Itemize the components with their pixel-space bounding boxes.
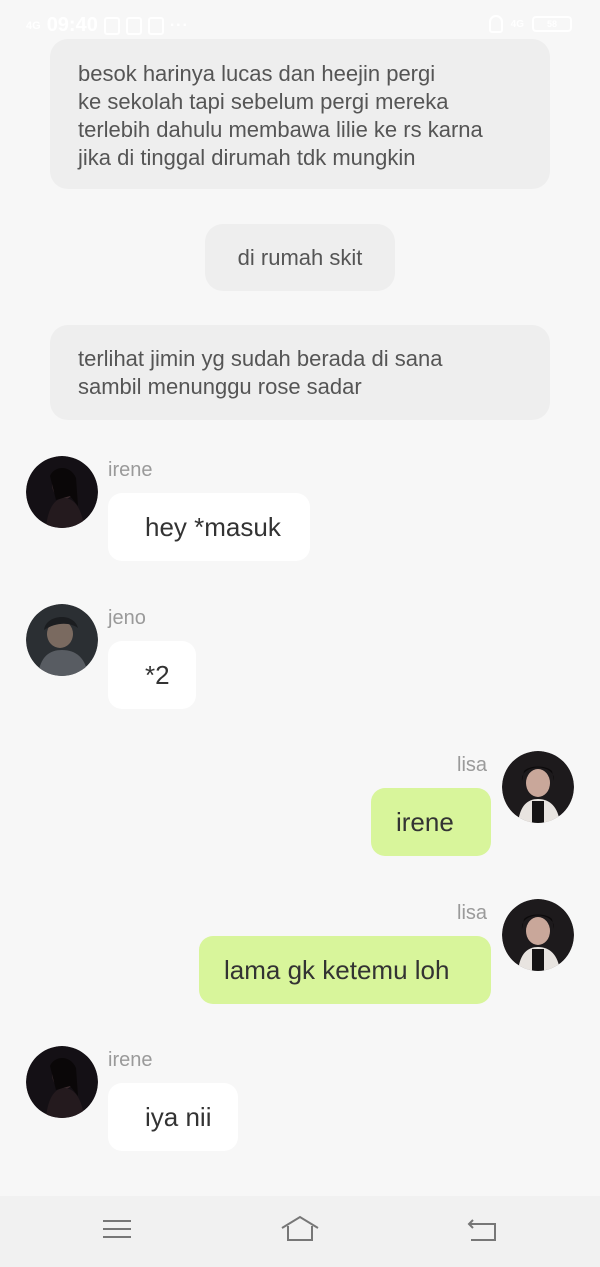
sender-name: jeno <box>108 607 146 629</box>
avatar-irene[interactable] <box>26 456 98 528</box>
narration-bubble: terlihat jimin yg sudah berada di sana s… <box>50 325 550 420</box>
alarm-icon <box>488 15 503 33</box>
message-text: hey *masuk <box>145 511 281 542</box>
narration-line: besok harinya lucas dan heejin pergi <box>78 61 436 86</box>
narration-bubble: di rumah skit <box>205 224 395 291</box>
mail-icon <box>147 16 164 35</box>
avatar-lisa[interactable] <box>502 899 574 971</box>
message-bubble-outgoing[interactable]: lama gk ketemu loh <box>199 936 491 1004</box>
narration-line: di rumah skit <box>237 245 363 270</box>
home-icon[interactable] <box>280 1214 320 1244</box>
message-bubble-incoming[interactable]: iya nii <box>108 1083 238 1151</box>
avatar-jeno[interactable] <box>26 604 98 676</box>
message-text: *2 <box>145 659 170 690</box>
narration-line: ke sekolah tapi sebelum pergi mereka <box>78 89 449 114</box>
narration-line: terlebih dahulu membawa lilie ke rs karn… <box>78 117 483 142</box>
status-left: 4G 09:40 ··· <box>26 14 189 37</box>
navigation-bar <box>0 1196 600 1267</box>
narration-line: jika di tinggal dirumah tdk mungkin <box>78 145 416 170</box>
message-text: iya nii <box>145 1101 212 1132</box>
clock: 09:40 <box>46 14 98 36</box>
sender-name: irene <box>108 1049 153 1071</box>
menu-icon[interactable] <box>97 1214 137 1244</box>
sender-name: lisa <box>457 754 488 776</box>
facebook-icon <box>125 16 142 35</box>
narration-line: terlihat jimin yg sudah berada di sana <box>78 346 443 371</box>
battery-icon: 58 <box>532 16 572 32</box>
narration-line: sambil menunggu rose sadar <box>78 374 362 399</box>
notification-icon <box>103 16 120 35</box>
avatar-lisa[interactable] <box>502 751 574 823</box>
message-text: lama gk ketemu loh <box>224 954 450 985</box>
status-right: 4G 58 <box>488 15 572 33</box>
narration-bubble: besok harinya lucas dan heejin pergi ke … <box>50 39 550 189</box>
sender-name: irene <box>108 459 153 481</box>
avatar-irene[interactable] <box>26 1046 98 1118</box>
message-bubble-incoming[interactable]: hey *masuk <box>108 493 310 561</box>
message-bubble-outgoing[interactable]: irene <box>371 788 491 856</box>
message-bubble-incoming[interactable]: *2 <box>108 641 196 709</box>
more-notifications-icon: ··· <box>169 16 189 34</box>
network-indicator: 4G <box>26 19 41 32</box>
back-icon[interactable] <box>463 1214 503 1244</box>
network-indicator-right: 4G <box>510 18 524 30</box>
sender-name: lisa <box>457 902 488 924</box>
status-bar: 4G 09:40 ··· 4G 58 <box>0 0 600 40</box>
message-text: irene <box>396 806 454 837</box>
